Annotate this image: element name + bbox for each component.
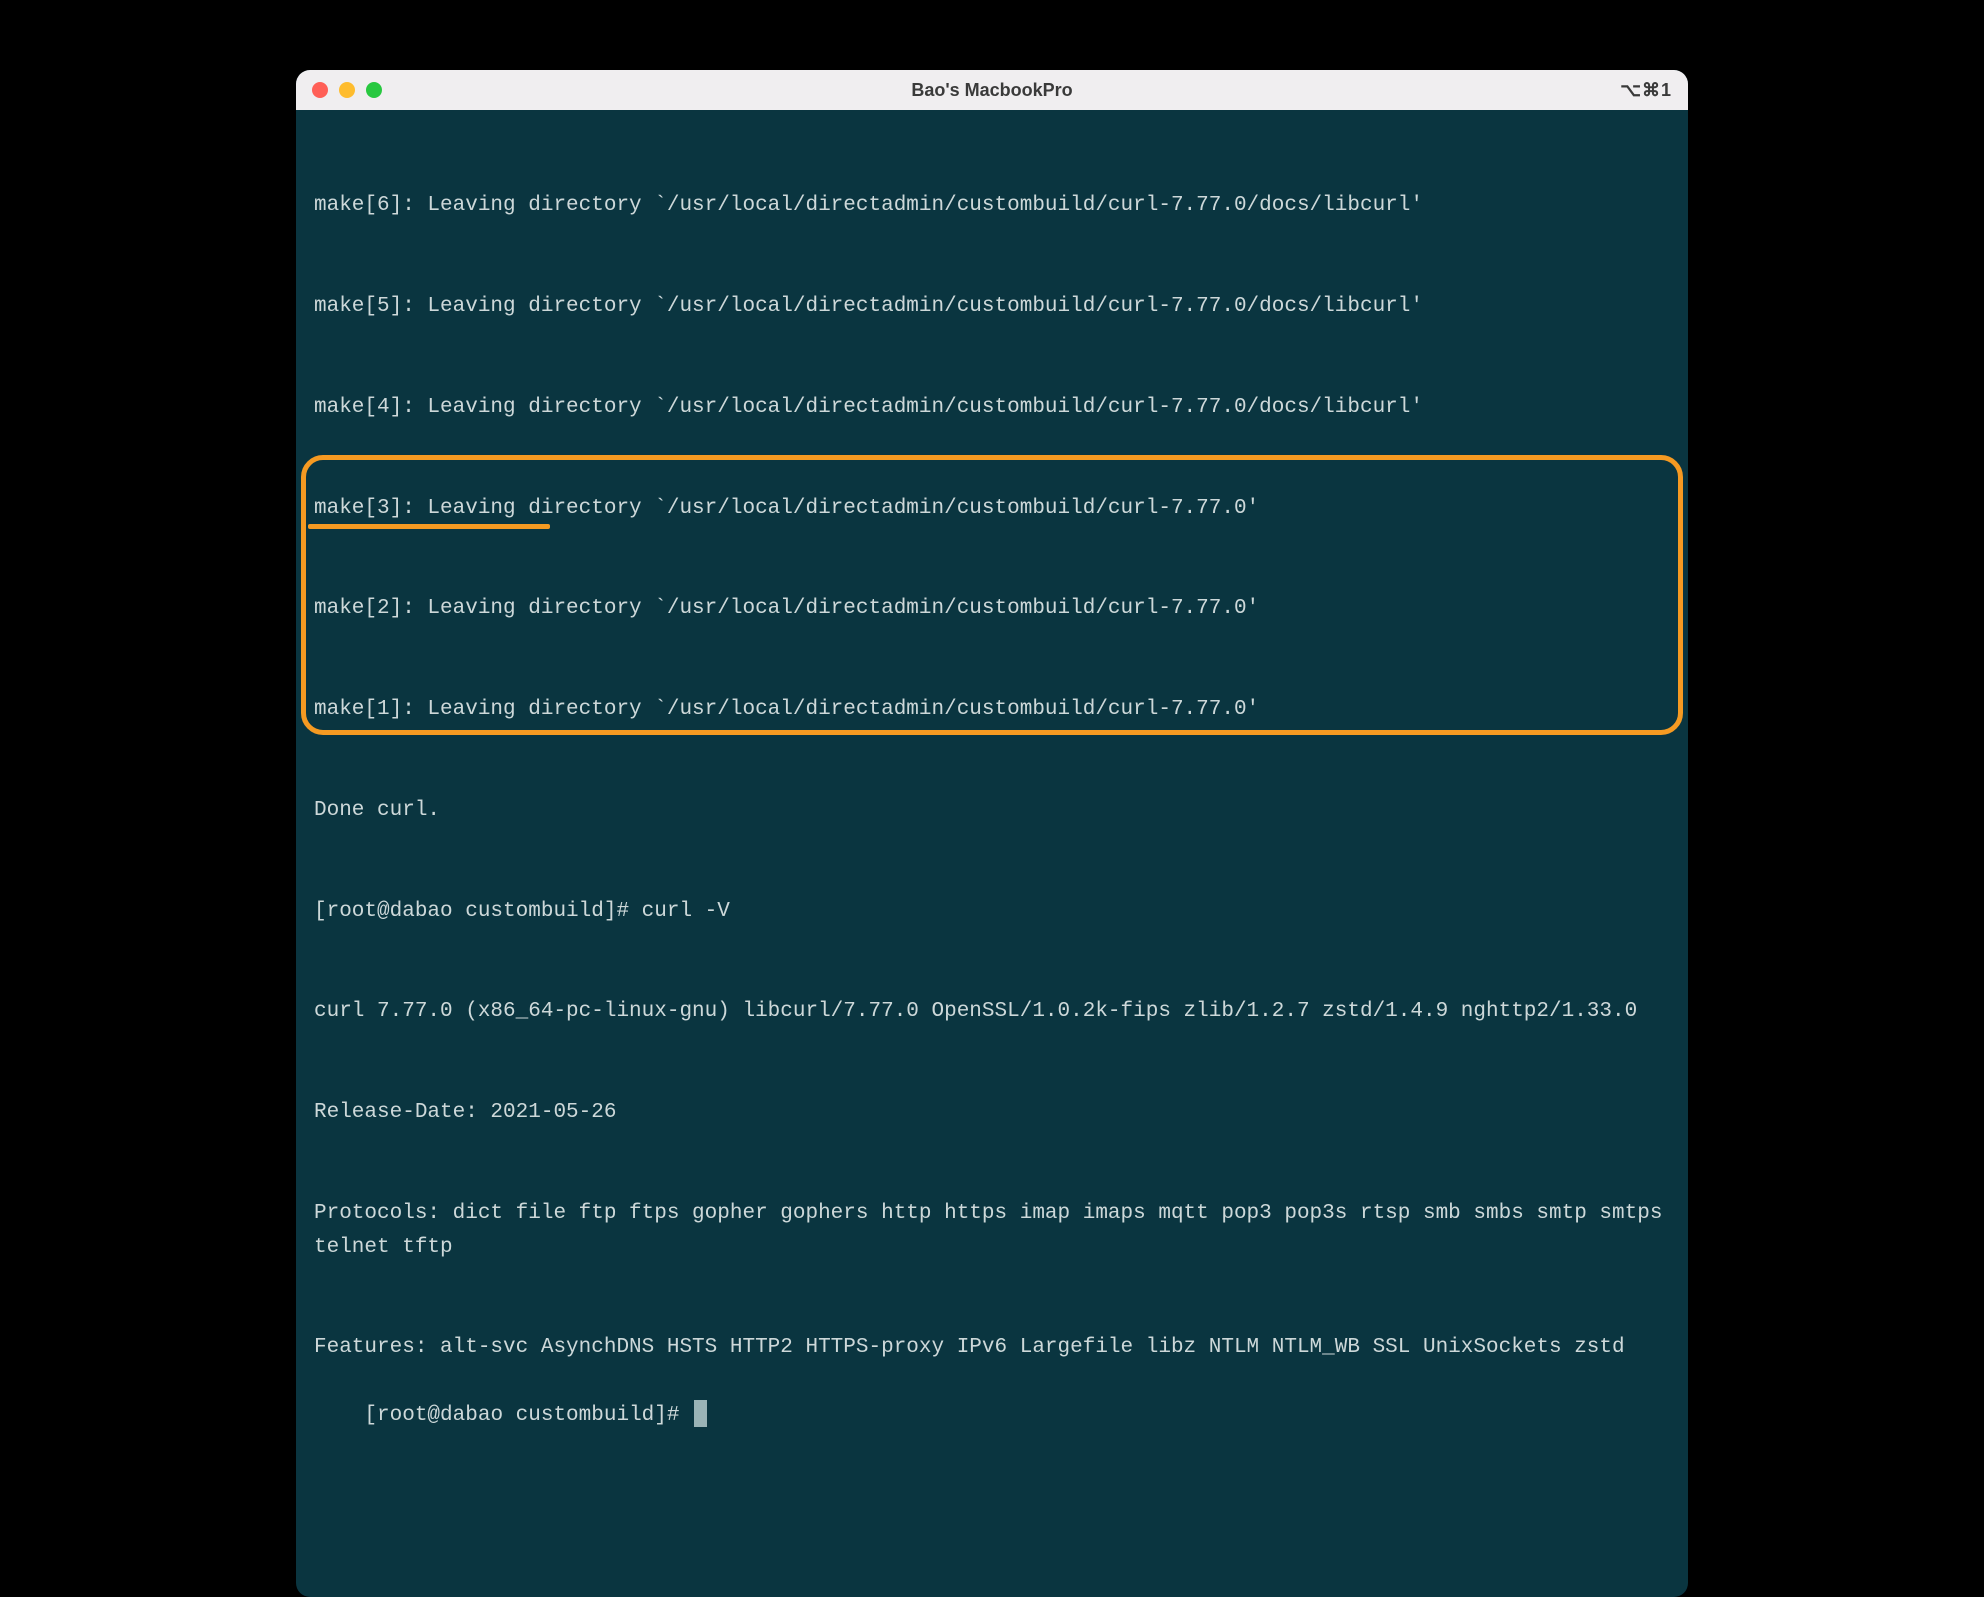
window-titlebar[interactable]: Bao's MacbookPro ⌥⌘1 <box>296 70 1688 110</box>
output-line: make[5]: Leaving directory `/usr/local/d… <box>314 290 1670 324</box>
close-icon[interactable] <box>312 82 328 98</box>
output-line: curl 7.77.0 (x86_64-pc-linux-gnu) libcur… <box>314 995 1670 1029</box>
output-line: Features: alt-svc AsynchDNS HSTS HTTP2 H… <box>314 1331 1670 1365</box>
shell-prompt: [root@dabao custombuild]# <box>364 1399 692 1433</box>
terminal-body[interactable]: make[6]: Leaving directory `/usr/local/d… <box>296 110 1688 1597</box>
output-line: make[1]: Leaving directory `/usr/local/d… <box>314 693 1670 727</box>
output-line: [root@dabao custombuild]# curl -V <box>314 895 1670 929</box>
window-shortcut: ⌥⌘1 <box>1620 80 1672 101</box>
cursor-icon <box>694 1400 707 1427</box>
output-line: make[3]: Leaving directory `/usr/local/d… <box>314 492 1670 526</box>
output-line: Protocols: dict file ftp ftps gopher gop… <box>314 1197 1670 1264</box>
output-line: make[6]: Leaving directory `/usr/local/d… <box>314 189 1670 223</box>
output-line: make[2]: Leaving directory `/usr/local/d… <box>314 592 1670 626</box>
minimize-icon[interactable] <box>339 82 355 98</box>
window-title: Bao's MacbookPro <box>296 80 1688 101</box>
output-line: Release-Date: 2021-05-26 <box>314 1096 1670 1130</box>
terminal-window: Bao's MacbookPro ⌥⌘1 make[6]: Leaving di… <box>296 70 1688 1597</box>
traffic-lights <box>312 82 382 98</box>
output-line: make[4]: Leaving directory `/usr/local/d… <box>314 391 1670 425</box>
underline-annotation <box>308 524 550 529</box>
maximize-icon[interactable] <box>366 82 382 98</box>
output-line: Done curl. <box>314 794 1670 828</box>
